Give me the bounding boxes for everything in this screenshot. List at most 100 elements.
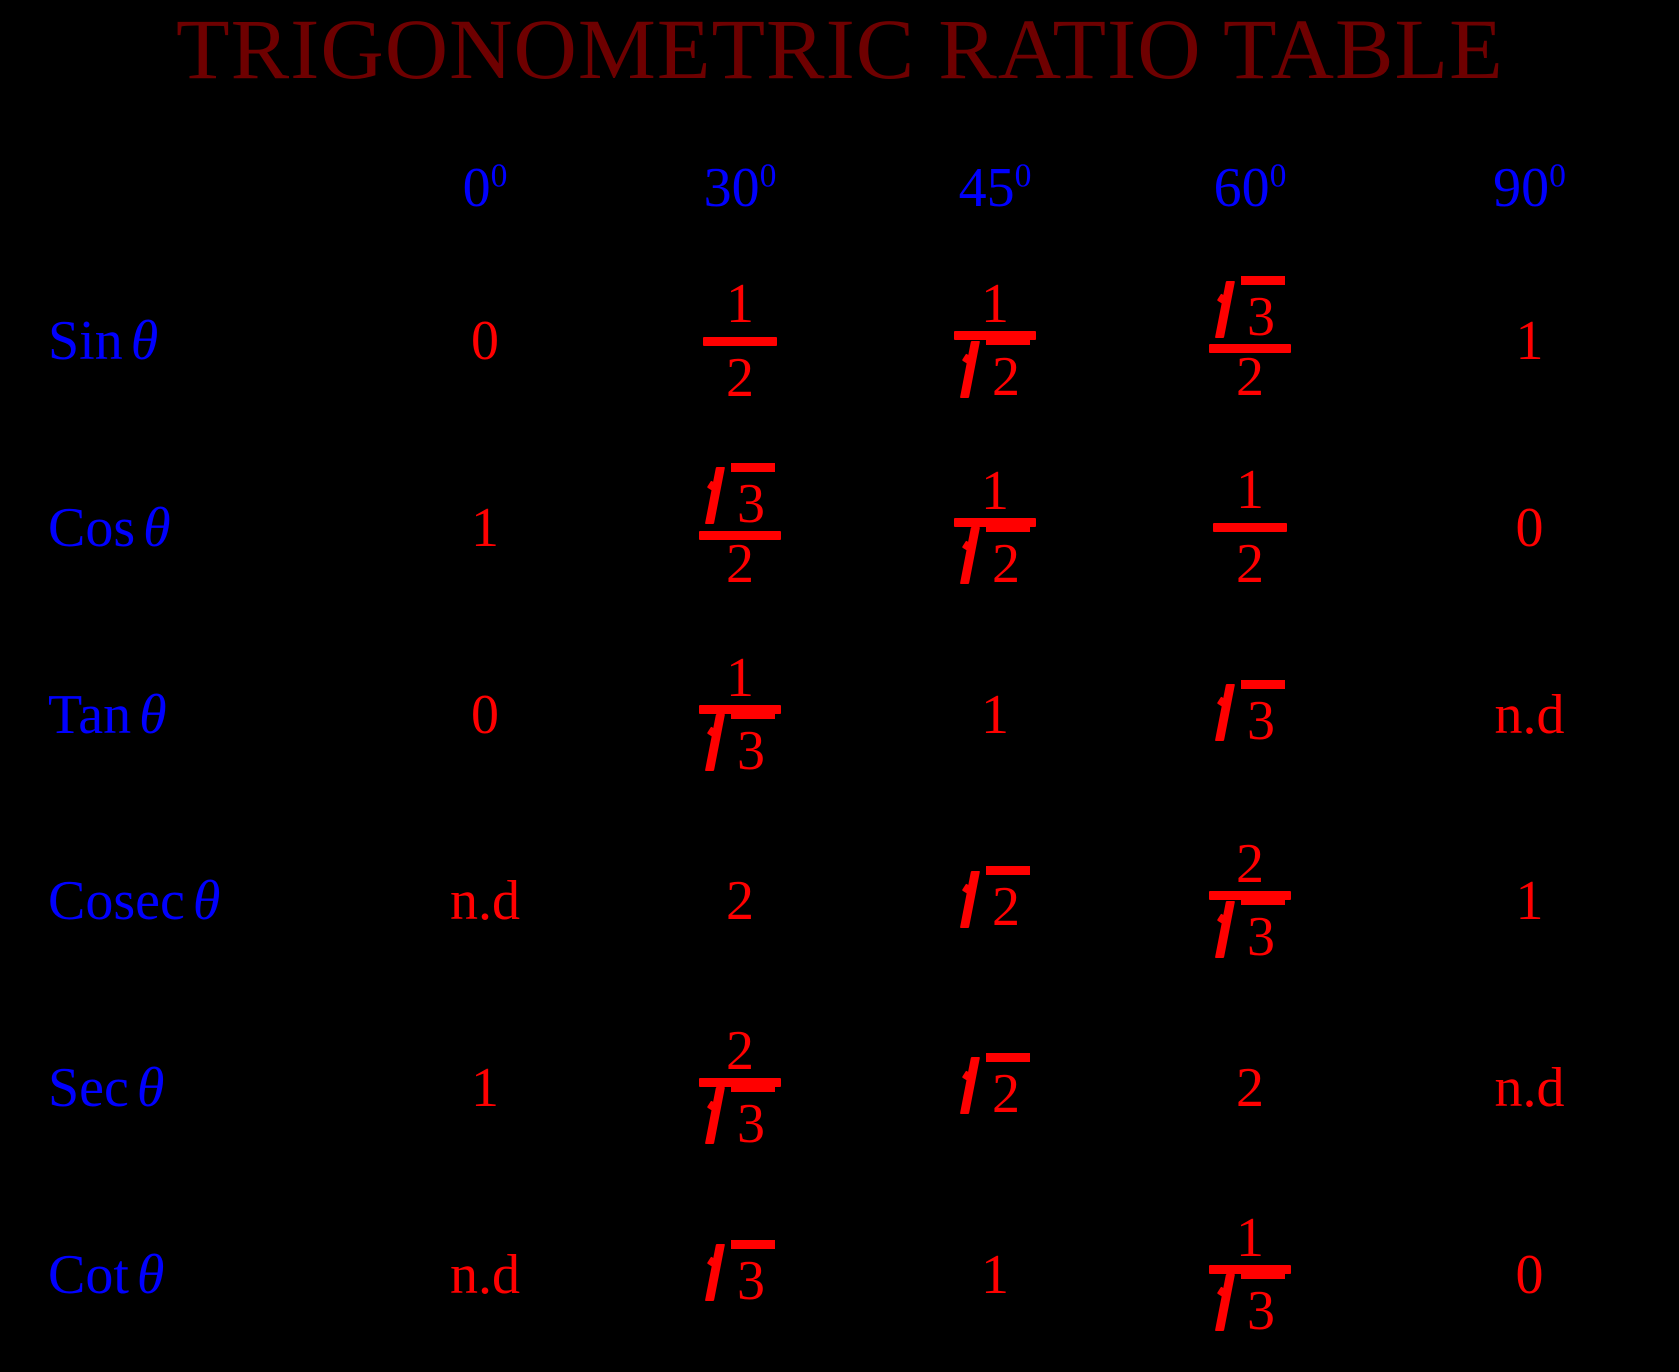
radical: 2 bbox=[960, 1052, 1030, 1123]
radical: 3 bbox=[705, 462, 775, 533]
table-cell: 2 bbox=[870, 995, 1120, 1182]
column-header-degree: 0 bbox=[1549, 157, 1566, 195]
column-header-degree: 0 bbox=[759, 157, 777, 195]
fraction: 13 bbox=[1209, 1208, 1291, 1342]
radical: 2 bbox=[960, 866, 1030, 936]
row-label-sec: Sec θ bbox=[0, 1060, 164, 1116]
fraction-denominator: 2 bbox=[1236, 346, 1264, 409]
cell-value: 1 bbox=[1515, 870, 1544, 933]
cell-value: n.d bbox=[450, 1243, 520, 1306]
table-cell: 2 bbox=[610, 808, 870, 995]
column-header-90: 900 bbox=[1493, 157, 1566, 219]
fraction: 23 bbox=[699, 1021, 781, 1155]
radical: 2 bbox=[960, 522, 1030, 593]
fraction-bar bbox=[703, 336, 777, 346]
fraction: 32 bbox=[699, 461, 781, 595]
fraction-denominator: 3 bbox=[1209, 1268, 1291, 1342]
fraction-numerator: 1 bbox=[981, 459, 1009, 522]
table-cell: 1 bbox=[870, 621, 1120, 808]
cell-value: 2 bbox=[726, 870, 754, 933]
cell-value: 0 bbox=[471, 683, 499, 746]
theta-symbol: θ bbox=[139, 683, 167, 746]
cell-value: 0 bbox=[471, 310, 499, 373]
fraction-numerator: 1 bbox=[726, 646, 754, 709]
row-label-tan: Tan θ bbox=[0, 687, 167, 743]
fraction-numerator: 1 bbox=[1236, 459, 1264, 522]
radical-tick-icon bbox=[962, 336, 988, 392]
column-header-angle: 60 bbox=[1213, 157, 1270, 219]
cell-value: 1 bbox=[471, 496, 499, 559]
table-cell: n.d bbox=[360, 808, 610, 995]
fraction-numerator: 2 bbox=[1236, 833, 1264, 896]
radical-tick-icon bbox=[1217, 1270, 1243, 1326]
radicand: 2 bbox=[986, 1052, 1030, 1123]
fraction-denominator: 3 bbox=[1209, 894, 1291, 968]
table-cell: n.d bbox=[1380, 621, 1679, 808]
cell-value: 1 bbox=[1515, 310, 1544, 373]
radical-tick-icon bbox=[962, 866, 988, 922]
table-cell: 1 bbox=[360, 435, 610, 622]
radical: 3 bbox=[1215, 896, 1285, 966]
trig-table: 00 300 450 600 900 Sin θ 0 1 2 1 2 3 2 1 Cos θ 1 3 2 1 2 1 2 0 Ta… bbox=[0, 128, 1679, 1368]
fraction: 23 bbox=[1209, 834, 1291, 968]
column-header-45: 450 bbox=[959, 159, 1032, 216]
row-label-name: Sec bbox=[48, 1056, 129, 1119]
fraction-denominator: 2 bbox=[1236, 533, 1264, 596]
column-header-0: 00 bbox=[462, 157, 508, 219]
fraction: 12 bbox=[954, 461, 1036, 595]
table-cell: 12 bbox=[1120, 435, 1380, 622]
radicand: 2 bbox=[986, 336, 1030, 406]
table-cell: 0 bbox=[1380, 1181, 1679, 1368]
radical-tick-icon bbox=[962, 1053, 988, 1109]
theta-symbol: θ bbox=[136, 1243, 165, 1306]
row-label-name: Cot bbox=[48, 1243, 129, 1306]
table-cell: 1 bbox=[870, 1181, 1120, 1368]
cell-value: 1 bbox=[471, 1056, 499, 1119]
theta-symbol: θ bbox=[143, 496, 171, 559]
fraction-numerator: 3 bbox=[699, 461, 781, 535]
fraction-denominator: 2 bbox=[726, 532, 754, 595]
radicand: 3 bbox=[1241, 679, 1285, 750]
column-header-angle: 0 bbox=[462, 157, 491, 219]
row-label-cos: Cos θ bbox=[0, 500, 171, 556]
cell-value: 2 bbox=[1236, 1056, 1264, 1119]
radical: 2 bbox=[960, 336, 1030, 406]
table-cell: 1 bbox=[360, 995, 610, 1182]
column-header-degree: 0 bbox=[490, 157, 508, 195]
column-header-30: 300 bbox=[704, 157, 777, 216]
fraction-numerator: 1 bbox=[726, 272, 754, 335]
radicand: 3 bbox=[1241, 1269, 1285, 1340]
radical-tick-icon bbox=[1217, 896, 1243, 952]
fraction-numerator: 3 bbox=[1209, 274, 1291, 348]
fraction-numerator: 2 bbox=[726, 1019, 754, 1082]
cell-value: n.d bbox=[1494, 1056, 1565, 1119]
table-cell: 1 bbox=[1380, 248, 1679, 435]
row-label-name: Cosec bbox=[48, 870, 185, 933]
theta-symbol: θ bbox=[136, 1056, 165, 1119]
radical: 3 bbox=[1215, 1269, 1285, 1340]
cell-value: n.d bbox=[1494, 683, 1565, 746]
column-header-angle: 90 bbox=[1493, 157, 1550, 219]
table-cell: 23 bbox=[610, 995, 870, 1182]
row-label-name: Cos bbox=[48, 496, 136, 559]
fraction: 12 bbox=[703, 274, 777, 409]
table-cell: 0 bbox=[360, 621, 610, 808]
table-cell: 13 bbox=[1120, 1181, 1380, 1368]
table-cell: 1 bbox=[1380, 808, 1679, 995]
fraction-denominator: 2 bbox=[954, 521, 1036, 595]
radical-tick-icon bbox=[962, 523, 988, 579]
radical: 3 bbox=[705, 1082, 775, 1153]
radicand: 3 bbox=[731, 709, 775, 780]
table-cell: 0 bbox=[1380, 435, 1679, 622]
table-cell: n.d bbox=[1380, 995, 1679, 1182]
cell-value: 1 bbox=[981, 1243, 1009, 1306]
cell-value: 0 bbox=[1515, 496, 1544, 559]
radical: 3 bbox=[705, 1239, 775, 1310]
table-cell: 32 bbox=[610, 435, 870, 622]
row-label-cosec: Cosec θ bbox=[0, 873, 220, 929]
radical-tick-icon bbox=[707, 463, 733, 519]
radical: 3 bbox=[1215, 276, 1285, 346]
radical-tick-icon bbox=[707, 710, 733, 766]
trig-ratio-table-page: TRIGONOMETRIC RATIO TABLE 00 300 450 600 900… bbox=[0, 0, 1679, 1372]
radicand: 3 bbox=[731, 462, 775, 533]
